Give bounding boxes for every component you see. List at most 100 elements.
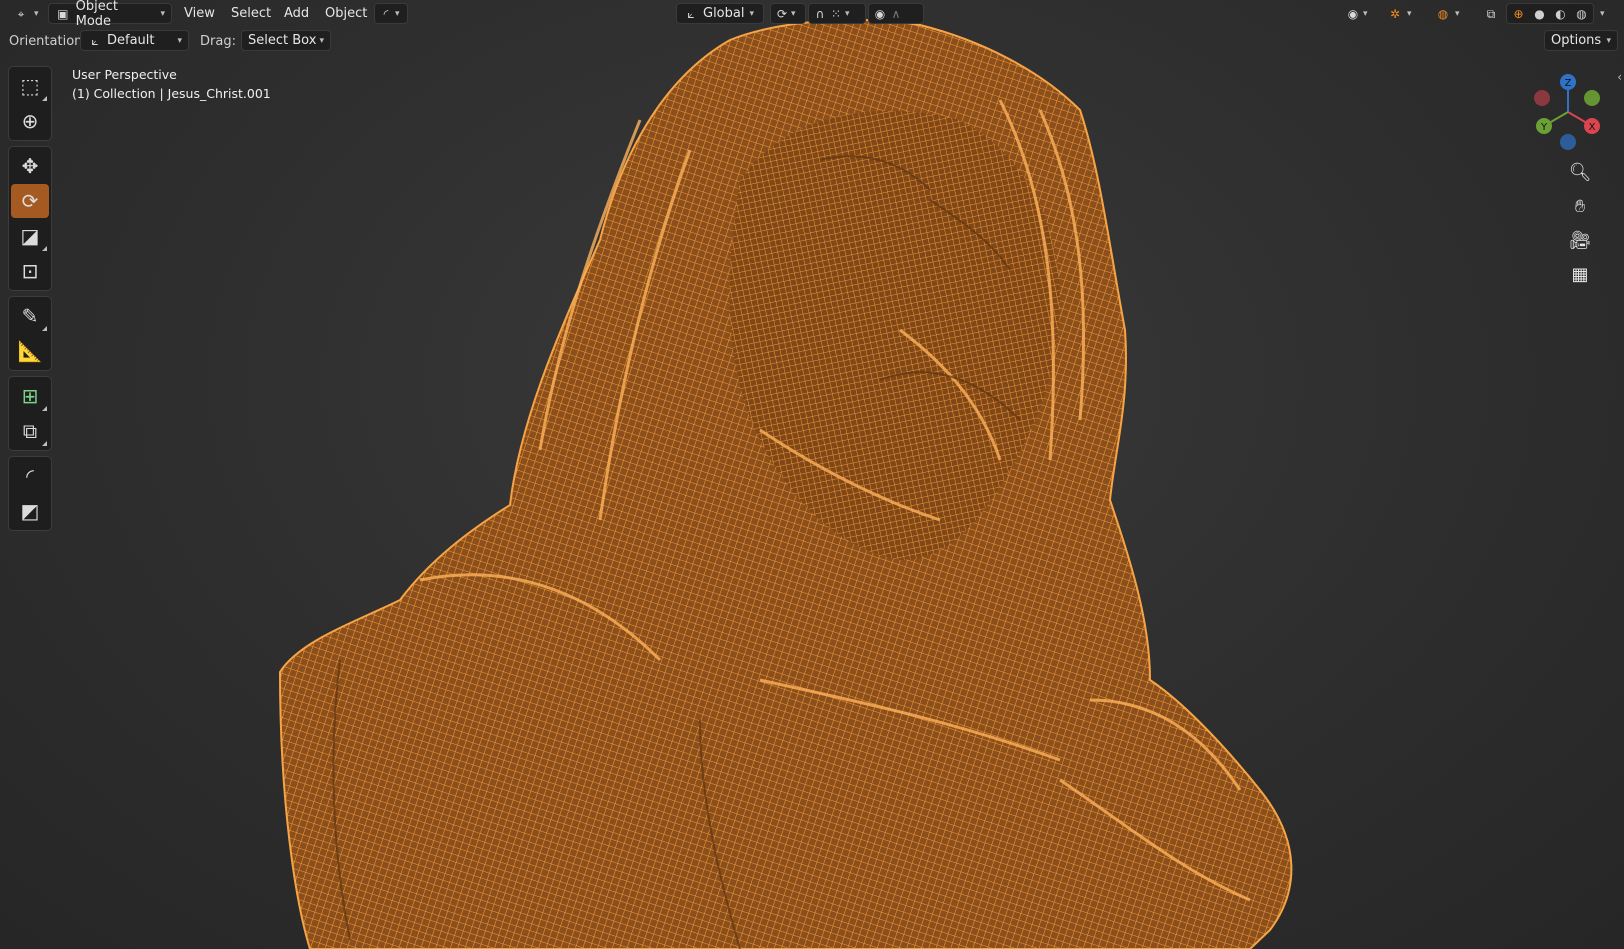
extrude-icon: ⧉ bbox=[22, 419, 38, 443]
drag-dropdown-value: Select Box bbox=[248, 33, 317, 48]
menu-object[interactable]: Object bbox=[325, 4, 367, 23]
cursor-icon: ⊕ bbox=[21, 109, 39, 133]
mode-label: Object Mode bbox=[75, 0, 118, 29]
chevron-down-icon: ▾ bbox=[791, 8, 796, 19]
chevron-down-icon: ▾ bbox=[845, 8, 850, 19]
eye-icon: ◉ bbox=[1347, 6, 1359, 21]
axis-y-label: Y bbox=[1540, 122, 1548, 133]
move-icon: ✥ bbox=[21, 154, 39, 178]
select-box-icon: ⬚ bbox=[20, 74, 40, 98]
transform-icon: ⊡ bbox=[21, 259, 39, 283]
collection-label: (1) Collection | Jesus_Christ.001 bbox=[72, 86, 271, 101]
transform-orientation-dropdown[interactable]: ⟀ Global ▾ bbox=[676, 3, 764, 24]
scale-tool[interactable]: ◪ bbox=[11, 219, 49, 253]
shading-options[interactable]: ▾ bbox=[1596, 3, 1618, 24]
navigation-gizmo[interactable]: Z Y X bbox=[1526, 70, 1602, 152]
toolbar-group-add: ⊞ ⧉ bbox=[8, 376, 52, 451]
editor-type-menu[interactable]: ⌖ ▾ bbox=[6, 3, 46, 24]
transform-tool[interactable]: ⊡ bbox=[11, 254, 49, 288]
chevron-down-icon: ▾ bbox=[160, 8, 165, 19]
toolbar-group-select: ⬚ ⊕ bbox=[8, 66, 52, 141]
overlays-icon: ◍ bbox=[1437, 6, 1449, 21]
view3d-icon: ⌖ bbox=[17, 6, 25, 21]
chevron-down-icon: ▾ bbox=[1363, 8, 1368, 19]
orientation-dropdown-value: Default bbox=[107, 33, 155, 48]
shading-modes[interactable]: ⊕ ● ◐ ◍ bbox=[1506, 3, 1594, 24]
to-sphere-icon: ◩ bbox=[20, 499, 40, 523]
camera-icon: 🎥︎ bbox=[1568, 229, 1592, 251]
rotate-tool[interactable]: ⟳ bbox=[11, 184, 49, 218]
chevron-down-icon: ▾ bbox=[34, 8, 39, 19]
toolbar-group-deform: ◜ ◩ bbox=[8, 456, 52, 531]
sidebar-collapse-icon[interactable]: ‹ bbox=[1617, 70, 1622, 84]
wireframe-shading-icon[interactable]: ⊕ bbox=[1511, 6, 1527, 22]
perspective-label: User Perspective bbox=[72, 67, 177, 82]
proportional-edit-group[interactable]: ◉ ∧ bbox=[868, 3, 924, 24]
toolbar: ⬚ ⊕ ✥ ⟳ ◪ ⊡ ✎ 📐 ⊞ ⧉ ◜ ◩ bbox=[8, 66, 52, 536]
xray-toggle[interactable]: ⧉ bbox=[1480, 3, 1504, 24]
chevron-down-icon: ▾ bbox=[749, 8, 755, 19]
chevron-down-icon: ▾ bbox=[395, 8, 400, 19]
toolbar-group-annotate: ✎ 📐 bbox=[8, 296, 52, 371]
camera-view-button[interactable]: 🎥︎ bbox=[1566, 226, 1594, 254]
scale-icon: ◪ bbox=[20, 224, 40, 248]
chevron-down-icon: ▾ bbox=[177, 35, 182, 46]
menu-add[interactable]: Add bbox=[284, 4, 309, 23]
visibility-dropdown[interactable]: ◉ ▾ bbox=[1342, 3, 1382, 24]
menu-select[interactable]: Select bbox=[231, 4, 271, 23]
proportional-edit-icon: ◉ bbox=[874, 6, 886, 21]
menu-view[interactable]: View bbox=[184, 4, 215, 23]
chevron-down-icon: ▾ bbox=[1407, 8, 1412, 19]
chevron-down-icon: ▾ bbox=[1455, 8, 1460, 19]
pivot-dropdown[interactable]: ⟳ ▾ bbox=[770, 3, 806, 24]
tool-settings-bar: Orientation: ⟀ Default ▾ Drag: Select Bo… bbox=[0, 29, 1624, 53]
orientation-label: Orientation: bbox=[9, 34, 87, 49]
chevron-down-icon: ▾ bbox=[1606, 35, 1611, 46]
chevron-down-icon: ▾ bbox=[319, 35, 324, 46]
3d-viewport[interactable] bbox=[0, 0, 1624, 949]
gizmos-toggle[interactable]: ✲ ▾ bbox=[1384, 3, 1428, 24]
orientation-value: Global bbox=[703, 6, 745, 21]
zoom-icon: 🔍︎ bbox=[1568, 161, 1592, 183]
grid-icon: ▦ bbox=[1571, 263, 1589, 285]
material-shading-icon[interactable]: ◐ bbox=[1553, 6, 1569, 22]
wireframe-mesh[interactable] bbox=[0, 0, 1624, 949]
curve-icon: ◜ bbox=[383, 6, 389, 21]
orientation-dropdown[interactable]: ⟀ Default ▾ bbox=[80, 30, 189, 51]
gizmo-icon: ✲ bbox=[1389, 6, 1401, 21]
to-sphere-tool[interactable]: ◩ bbox=[11, 494, 49, 528]
move-tool[interactable]: ✥ bbox=[11, 149, 49, 183]
overlays-toggle[interactable]: ◍ ▾ bbox=[1432, 3, 1476, 24]
xray-icon: ⧉ bbox=[1486, 6, 1496, 21]
snap-group[interactable]: ∩ ⁙ ▾ bbox=[808, 3, 866, 24]
drag-label: Drag: bbox=[200, 34, 236, 49]
options-dropdown[interactable]: Options ▾ bbox=[1544, 30, 1618, 51]
snap-grid-icon: ⁙ bbox=[830, 6, 842, 21]
measure-tool[interactable]: 📐 bbox=[11, 334, 49, 368]
rendered-shading-icon[interactable]: ◍ bbox=[1574, 6, 1590, 22]
perspective-toggle-button[interactable]: ▦ bbox=[1566, 260, 1594, 288]
add-cube-icon: ⊞ bbox=[21, 384, 39, 408]
select-box-tool[interactable]: ⬚ bbox=[11, 69, 49, 103]
cursor-tool[interactable]: ⊕ bbox=[11, 104, 49, 138]
chevron-down-icon: ▾ bbox=[1600, 8, 1605, 19]
pan-button[interactable]: ✋︎ bbox=[1566, 192, 1594, 220]
orientation-gizmo-icon: ⟀ bbox=[91, 33, 99, 48]
add-cube-tool[interactable]: ⊞ bbox=[11, 379, 49, 413]
solid-shading-icon[interactable]: ● bbox=[1532, 6, 1548, 22]
drag-dropdown[interactable]: Select Box ▾ bbox=[241, 30, 331, 51]
viewport-header: ⌖ ▾ ▣ Object Mode ▾ View Select Add Objec… bbox=[0, 0, 1624, 29]
options-label: Options bbox=[1551, 33, 1602, 48]
pivot-icon: ⟳ bbox=[776, 6, 788, 21]
rotate-icon: ⟳ bbox=[21, 189, 39, 213]
annotate-tool[interactable]: ✎ bbox=[11, 299, 49, 333]
zoom-button[interactable]: 🔍︎ bbox=[1566, 158, 1594, 186]
mode-dropdown[interactable]: ▣ Object Mode ▾ bbox=[48, 0, 172, 29]
gizmo-dropdown[interactable]: ◜ ▾ bbox=[374, 3, 408, 24]
hand-pan-icon: ✋︎ bbox=[1574, 195, 1586, 217]
snap-icon: ∩ bbox=[815, 6, 825, 21]
shear-tool[interactable]: ◜ bbox=[11, 459, 49, 493]
axis-x-label: X bbox=[1589, 122, 1596, 133]
axis-z-label: Z bbox=[1565, 78, 1572, 89]
extrude-tool[interactable]: ⧉ bbox=[11, 414, 49, 448]
